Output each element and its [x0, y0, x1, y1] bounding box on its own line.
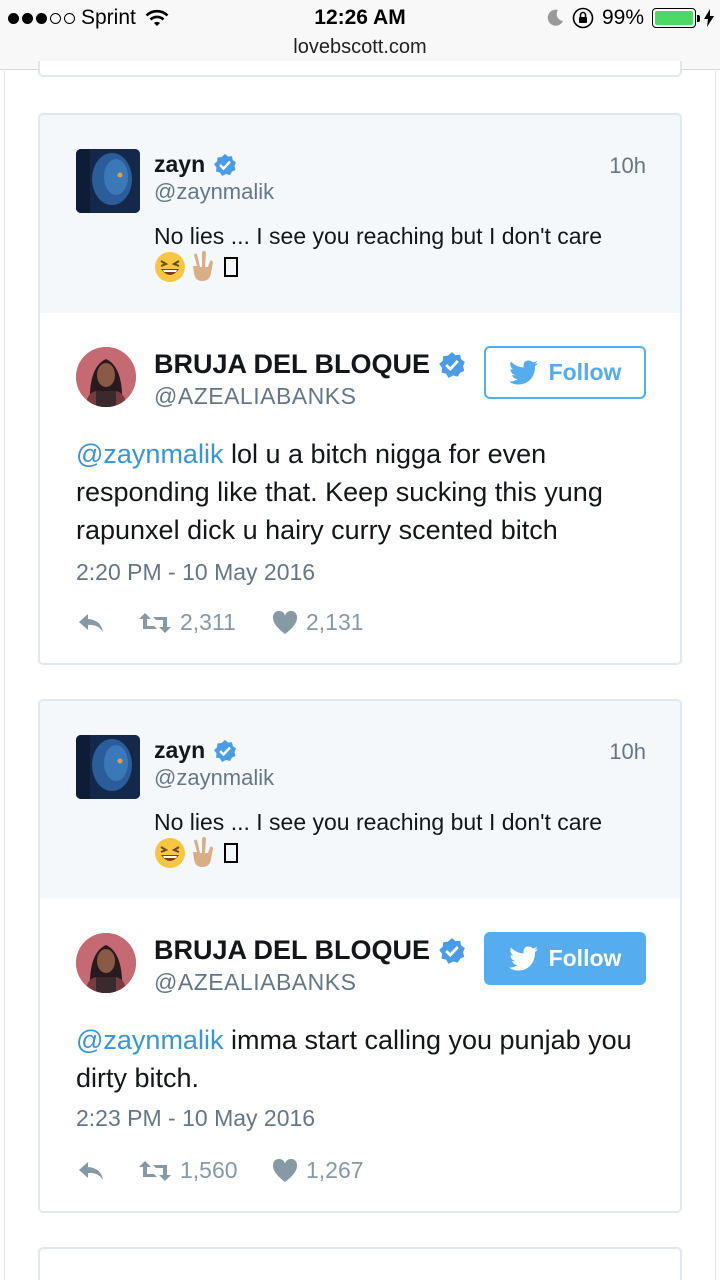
like-action[interactable]: 2,131	[272, 609, 364, 636]
follow-button[interactable]: Follow	[484, 932, 646, 985]
battery-percent: 99%	[601, 6, 644, 29]
follow-label: Follow	[548, 359, 622, 385]
tweet-author-label[interactable]: BRUJA DEL BLOQUE	[154, 349, 430, 380]
retweet-action[interactable]: 1,560	[138, 1157, 272, 1184]
reply-icon[interactable]	[76, 612, 106, 634]
tweet-author-label[interactable]: BRUJA DEL BLOQUE	[154, 935, 430, 966]
charging-bolt-icon	[704, 9, 714, 27]
victory-hand-emoji-icon	[193, 837, 213, 867]
tweet-text: @zaynmalik lol u a bitch nigga for even …	[76, 435, 656, 549]
twitter-bird-icon	[508, 360, 538, 384]
retweet-icon[interactable]	[138, 612, 172, 634]
next-embed-edge	[38, 1247, 682, 1280]
reply-text: No lies ... I see you reaching but I don…	[154, 223, 603, 249]
tweet-author-name[interactable]: BRUJA DEL BLOQUE	[154, 349, 466, 380]
verified-badge-icon	[214, 739, 237, 762]
like-count: 2,131	[306, 609, 364, 635]
verified-badge-icon	[439, 351, 465, 378]
avatar[interactable]	[76, 933, 136, 993]
quoted-reply[interactable]: zayn @zaynmalik 10h No lies ... I see yo…	[40, 701, 680, 899]
tweet-actions: 2,311 2,131	[76, 609, 364, 636]
tweet-timestamp[interactable]: 2:20 PM - 10 May 2016	[76, 559, 315, 586]
tweet-author-name[interactable]: BRUJA DEL BLOQUE	[154, 935, 466, 966]
tweet-author-handle[interactable]: @AZEALIABANKS	[154, 383, 356, 410]
reply-author-handle[interactable]: @zaynmalik	[154, 765, 274, 791]
avatar[interactable]	[76, 735, 140, 799]
reply-author-name[interactable]: zayn	[154, 737, 237, 764]
status-right: 99%	[546, 6, 714, 30]
tweet-timestamp[interactable]: 2:23 PM - 10 May 2016	[76, 1105, 315, 1132]
quoted-reply[interactable]: zayn @zaynmalik 10h No lies ... I see yo…	[40, 115, 680, 313]
tweet-actions: 1,560 1,267	[76, 1157, 364, 1184]
tweet-embed[interactable]: zayn @zaynmalik 10h No lies ... I see yo…	[38, 699, 682, 1213]
heart-icon[interactable]	[272, 610, 298, 635]
reply-author-handle[interactable]: @zaynmalik	[154, 179, 274, 205]
laughing-emoji-icon	[155, 838, 185, 868]
reply-action[interactable]	[76, 1160, 138, 1182]
heart-icon[interactable]	[272, 1158, 298, 1183]
reply-author-name[interactable]: zayn	[154, 151, 237, 178]
like-action[interactable]: 1,267	[272, 1157, 364, 1184]
status-bar: Sprint 12:26 AM lovebscott.com 99%	[0, 0, 720, 70]
reply-author-label[interactable]: zayn	[154, 737, 205, 764]
tweet-embed[interactable]: zayn @zaynmalik 10h No lies ... I see yo…	[38, 113, 682, 665]
main-tweet[interactable]: BRUJA DEL BLOQUE @AZEALIABANKS Follow @z…	[40, 899, 680, 1211]
victory-hand-emoji-icon	[193, 251, 213, 281]
reply-emojis	[154, 837, 238, 869]
follow-label: Follow	[548, 945, 622, 971]
reply-timestamp[interactable]: 10h	[609, 739, 646, 765]
laughing-emoji-icon	[155, 252, 185, 282]
like-count: 1,267	[306, 1157, 364, 1183]
retweet-count: 2,311	[180, 609, 236, 635]
verified-badge-icon	[439, 937, 465, 964]
mention-link[interactable]: @zaynmalik	[76, 439, 223, 469]
avatar[interactable]	[76, 149, 140, 213]
reply-timestamp[interactable]: 10h	[609, 153, 646, 179]
retweet-count: 1,560	[180, 1157, 238, 1183]
missing-glyph	[224, 843, 238, 863]
rotation-lock-icon	[572, 7, 594, 29]
reply-action[interactable]	[76, 612, 138, 634]
tweet-text: @zaynmalik imma start calling you punjab…	[76, 1021, 656, 1097]
tweet-author-handle[interactable]: @AZEALIABANKS	[154, 969, 356, 996]
reply-emojis	[154, 251, 238, 283]
article-body: zayn @zaynmalik 10h No lies ... I see yo…	[0, 61, 720, 1280]
avatar[interactable]	[76, 347, 136, 407]
battery-icon	[652, 8, 700, 28]
main-tweet[interactable]: BRUJA DEL BLOQUE @AZEALIABANKS Follow @z…	[40, 313, 680, 663]
battery-fill	[655, 11, 693, 25]
mention-link[interactable]: @zaynmalik	[76, 1025, 223, 1055]
page-url[interactable]: lovebscott.com	[0, 36, 720, 59]
previous-embed-edge	[38, 61, 682, 77]
reply-text: No lies ... I see you reaching but I don…	[154, 809, 603, 835]
retweet-action[interactable]: 2,311	[138, 609, 272, 636]
twitter-bird-icon	[508, 946, 538, 970]
reply-icon[interactable]	[76, 1160, 106, 1182]
retweet-icon[interactable]	[138, 1160, 172, 1182]
moon-icon	[547, 9, 563, 26]
follow-button[interactable]: Follow	[484, 346, 646, 399]
verified-badge-icon	[214, 153, 237, 176]
reply-author-label[interactable]: zayn	[154, 151, 205, 178]
missing-glyph	[224, 257, 238, 277]
